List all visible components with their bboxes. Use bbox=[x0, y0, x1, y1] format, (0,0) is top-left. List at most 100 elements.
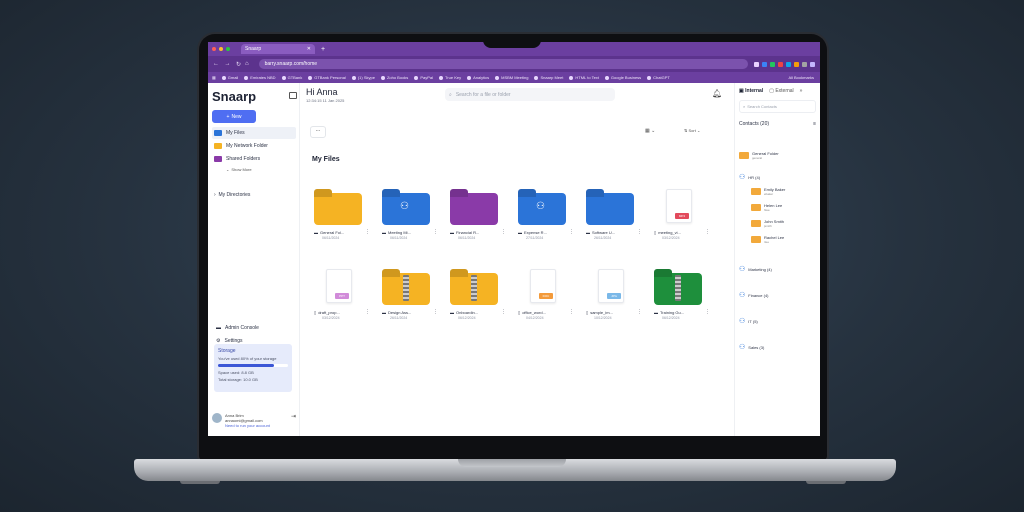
bookmark-item[interactable]: GTBank bbox=[281, 75, 302, 80]
toggle-sidebar-icon[interactable] bbox=[289, 92, 297, 99]
group-item[interactable]: ⚇ Finance (4) bbox=[739, 291, 769, 299]
maximize-window-dot[interactable] bbox=[226, 47, 230, 51]
group-item[interactable]: ⚇ Sales (3) bbox=[739, 343, 764, 351]
file-meta: ▯ sample_im... ⋮ 10/12/2024 bbox=[586, 309, 642, 320]
contact-item[interactable]: Helen Lee hlee bbox=[751, 203, 782, 212]
close-tab-icon[interactable]: ✕ bbox=[307, 46, 311, 52]
storage-used-text: You've used 80% of your storage bbox=[218, 356, 277, 361]
contact-item[interactable]: Emily Baker ebaker bbox=[751, 187, 785, 196]
bookmark-item[interactable]: Analytics bbox=[467, 75, 489, 80]
kebab-menu-icon[interactable]: ⋮ bbox=[637, 309, 642, 315]
document-icon: JPG bbox=[598, 269, 624, 303]
view-toggle[interactable]: ▦ ⌄ bbox=[645, 128, 655, 134]
sort-button[interactable]: ⇅ Sort ⌄ bbox=[684, 128, 700, 133]
home-icon[interactable]: ⌂ bbox=[245, 61, 249, 67]
new-tab-icon[interactable]: + bbox=[321, 46, 325, 53]
bookmark-item[interactable]: Snaarp Meet bbox=[534, 75, 563, 80]
bookmark-item[interactable]: ChatGPT bbox=[647, 75, 670, 80]
file-item[interactable]: ▬ General Fol... ⋮ 06/11/2024 bbox=[312, 185, 372, 245]
bookmark-item[interactable]: (1) Skype bbox=[351, 75, 375, 80]
contact-item[interactable]: John Smith jsmith bbox=[751, 219, 784, 228]
file-item[interactable]: ▬ Onboardin... ⋮ 06/12/2024 bbox=[448, 265, 508, 325]
reload-icon[interactable]: ↻ bbox=[236, 61, 241, 68]
new-button-label: New bbox=[231, 113, 242, 120]
file-item[interactable]: ⚇ ▬ Expense R... ⋮ 27/11/2024 bbox=[516, 185, 576, 245]
extension-icon[interactable] bbox=[762, 61, 767, 67]
new-button[interactable]: + New bbox=[212, 110, 256, 123]
filter-icon[interactable]: ≡ bbox=[813, 121, 816, 127]
bookmark-item[interactable]: MSBM Meeting bbox=[495, 75, 528, 80]
file-name-row: ▬ Expense R... ⋮ bbox=[518, 229, 574, 235]
kebab-menu-icon[interactable]: ⋮ bbox=[705, 309, 710, 315]
all-bookmarks-link[interactable]: All Bookmarks bbox=[788, 75, 814, 80]
bookmark-item[interactable]: Google Business bbox=[604, 75, 641, 80]
kebab-menu-icon[interactable]: ⋮ bbox=[433, 309, 438, 315]
group-item[interactable]: ⚇ IT (5) bbox=[739, 317, 758, 325]
expand-icon[interactable]: » bbox=[800, 88, 803, 94]
user-profile[interactable]: Anna Brim annaomi@gmail.com Need to run … bbox=[212, 413, 296, 428]
bookmark-item[interactable]: HTML to Text bbox=[569, 75, 599, 80]
contact-search-input[interactable]: ⌕ Search Contacts bbox=[739, 100, 816, 113]
kebab-menu-icon[interactable]: ⋮ bbox=[637, 229, 642, 235]
extension-icon[interactable] bbox=[770, 61, 775, 67]
close-window-dot[interactable] bbox=[212, 47, 216, 51]
kebab-menu-icon[interactable]: ⋮ bbox=[433, 229, 438, 235]
file-thumbnail: PPT bbox=[312, 265, 364, 305]
bookmark-item[interactable]: Emirates NBD bbox=[244, 75, 276, 80]
url-input[interactable]: barry.snaarp.com/home bbox=[258, 59, 748, 69]
sidebar-item-shared-folders[interactable]: Shared Folders bbox=[212, 153, 299, 165]
apps-icon[interactable]: ▦ bbox=[212, 75, 216, 80]
back-icon[interactable]: ← bbox=[213, 61, 219, 68]
star-icon[interactable] bbox=[754, 61, 759, 67]
file-item[interactable]: ▬ Software U... ⋮ 26/11/2024 bbox=[584, 185, 644, 245]
profile-icon[interactable] bbox=[810, 61, 815, 67]
file-item[interactable]: ▬ Financial R... ⋮ 06/11/2024 bbox=[448, 185, 508, 245]
search-input[interactable]: ⌕ Search for a file or folder bbox=[445, 88, 615, 101]
my-directories[interactable]: › My Directories bbox=[214, 192, 299, 198]
contact-item[interactable]: Rachel Lee rlee bbox=[751, 235, 784, 244]
file-item[interactable]: ⚇ ▬ Meeting Mi... ⋮ 06/11/2024 bbox=[380, 185, 440, 245]
folder-shape bbox=[382, 269, 430, 305]
file-icon: ▯ bbox=[654, 229, 657, 235]
extension-icon[interactable] bbox=[786, 61, 791, 67]
group-hr[interactable]: ⚇ HR (4) bbox=[739, 173, 760, 181]
kebab-menu-icon[interactable]: ⋮ bbox=[705, 229, 710, 235]
file-item[interactable]: MP4 ▯ meeting_vi... ⋮ 03/12/2024 bbox=[652, 185, 712, 245]
kebab-menu-icon[interactable]: ⋮ bbox=[501, 309, 506, 315]
bell-icon[interactable]: 🔔︎ bbox=[712, 89, 722, 98]
extension-icon[interactable] bbox=[794, 61, 799, 67]
file-item[interactable]: DOC ▯ office_word... ⋮ 04/12/2024 bbox=[516, 265, 576, 325]
browser-tab[interactable]: Snaarp ✕ bbox=[241, 44, 315, 54]
chevron-down-icon: ⌄ bbox=[651, 128, 656, 134]
group-item[interactable]: ⚇ Marketing (4) bbox=[739, 265, 772, 273]
kebab-menu-icon[interactable]: ⋮ bbox=[365, 309, 370, 315]
kebab-menu-icon[interactable]: ⋮ bbox=[569, 229, 574, 235]
extension-icon[interactable] bbox=[778, 61, 783, 67]
general-folder-item[interactable]: General Folder general bbox=[739, 151, 779, 160]
minimize-window-dot[interactable] bbox=[219, 47, 223, 51]
bookmark-item[interactable]: Gmail bbox=[221, 75, 238, 80]
show-more-button[interactable]: ⌄ Show More bbox=[226, 167, 299, 172]
file-item[interactable]: JPG ▯ sample_im... ⋮ 10/12/2024 bbox=[584, 265, 644, 325]
admin-console-link[interactable]: ▬ Admin Console bbox=[214, 322, 259, 334]
file-item[interactable]: PPT ▯ draft_prop... ⋮ 03/12/2024 bbox=[312, 265, 372, 325]
sidebar-item-my-files[interactable]: My Files bbox=[212, 127, 296, 139]
kebab-menu-icon[interactable]: ⋮ bbox=[501, 229, 506, 235]
sidebar-item-network-folder[interactable]: My Network Folder bbox=[212, 140, 299, 152]
bookmark-item[interactable]: PayPal bbox=[414, 75, 433, 80]
file-item[interactable]: ▬ Training Gu... ⋮ 06/12/2024 bbox=[652, 265, 712, 325]
account-link[interactable]: Need to run your account bbox=[225, 423, 270, 428]
bookmark-item[interactable]: GTBank Personal bbox=[308, 75, 346, 80]
kebab-menu-icon[interactable]: ⋮ bbox=[365, 229, 370, 235]
tab-internal[interactable]: ▣ Internal bbox=[739, 88, 763, 94]
logout-icon[interactable]: ⇥ bbox=[291, 413, 296, 428]
download-icon[interactable] bbox=[802, 61, 807, 67]
forward-icon[interactable]: → bbox=[224, 61, 230, 68]
bookmark-item[interactable]: True Key bbox=[439, 75, 461, 80]
bookmark-item[interactable]: Zoho Books bbox=[380, 75, 408, 80]
more-options-button[interactable]: ... bbox=[310, 126, 326, 138]
tab-external[interactable]: ▢ External bbox=[769, 88, 793, 94]
file-item[interactable]: ▬ Design Ass... ⋮ 26/11/2024 bbox=[380, 265, 440, 325]
bookmark-icon bbox=[414, 75, 419, 80]
kebab-menu-icon[interactable]: ⋮ bbox=[569, 309, 574, 315]
